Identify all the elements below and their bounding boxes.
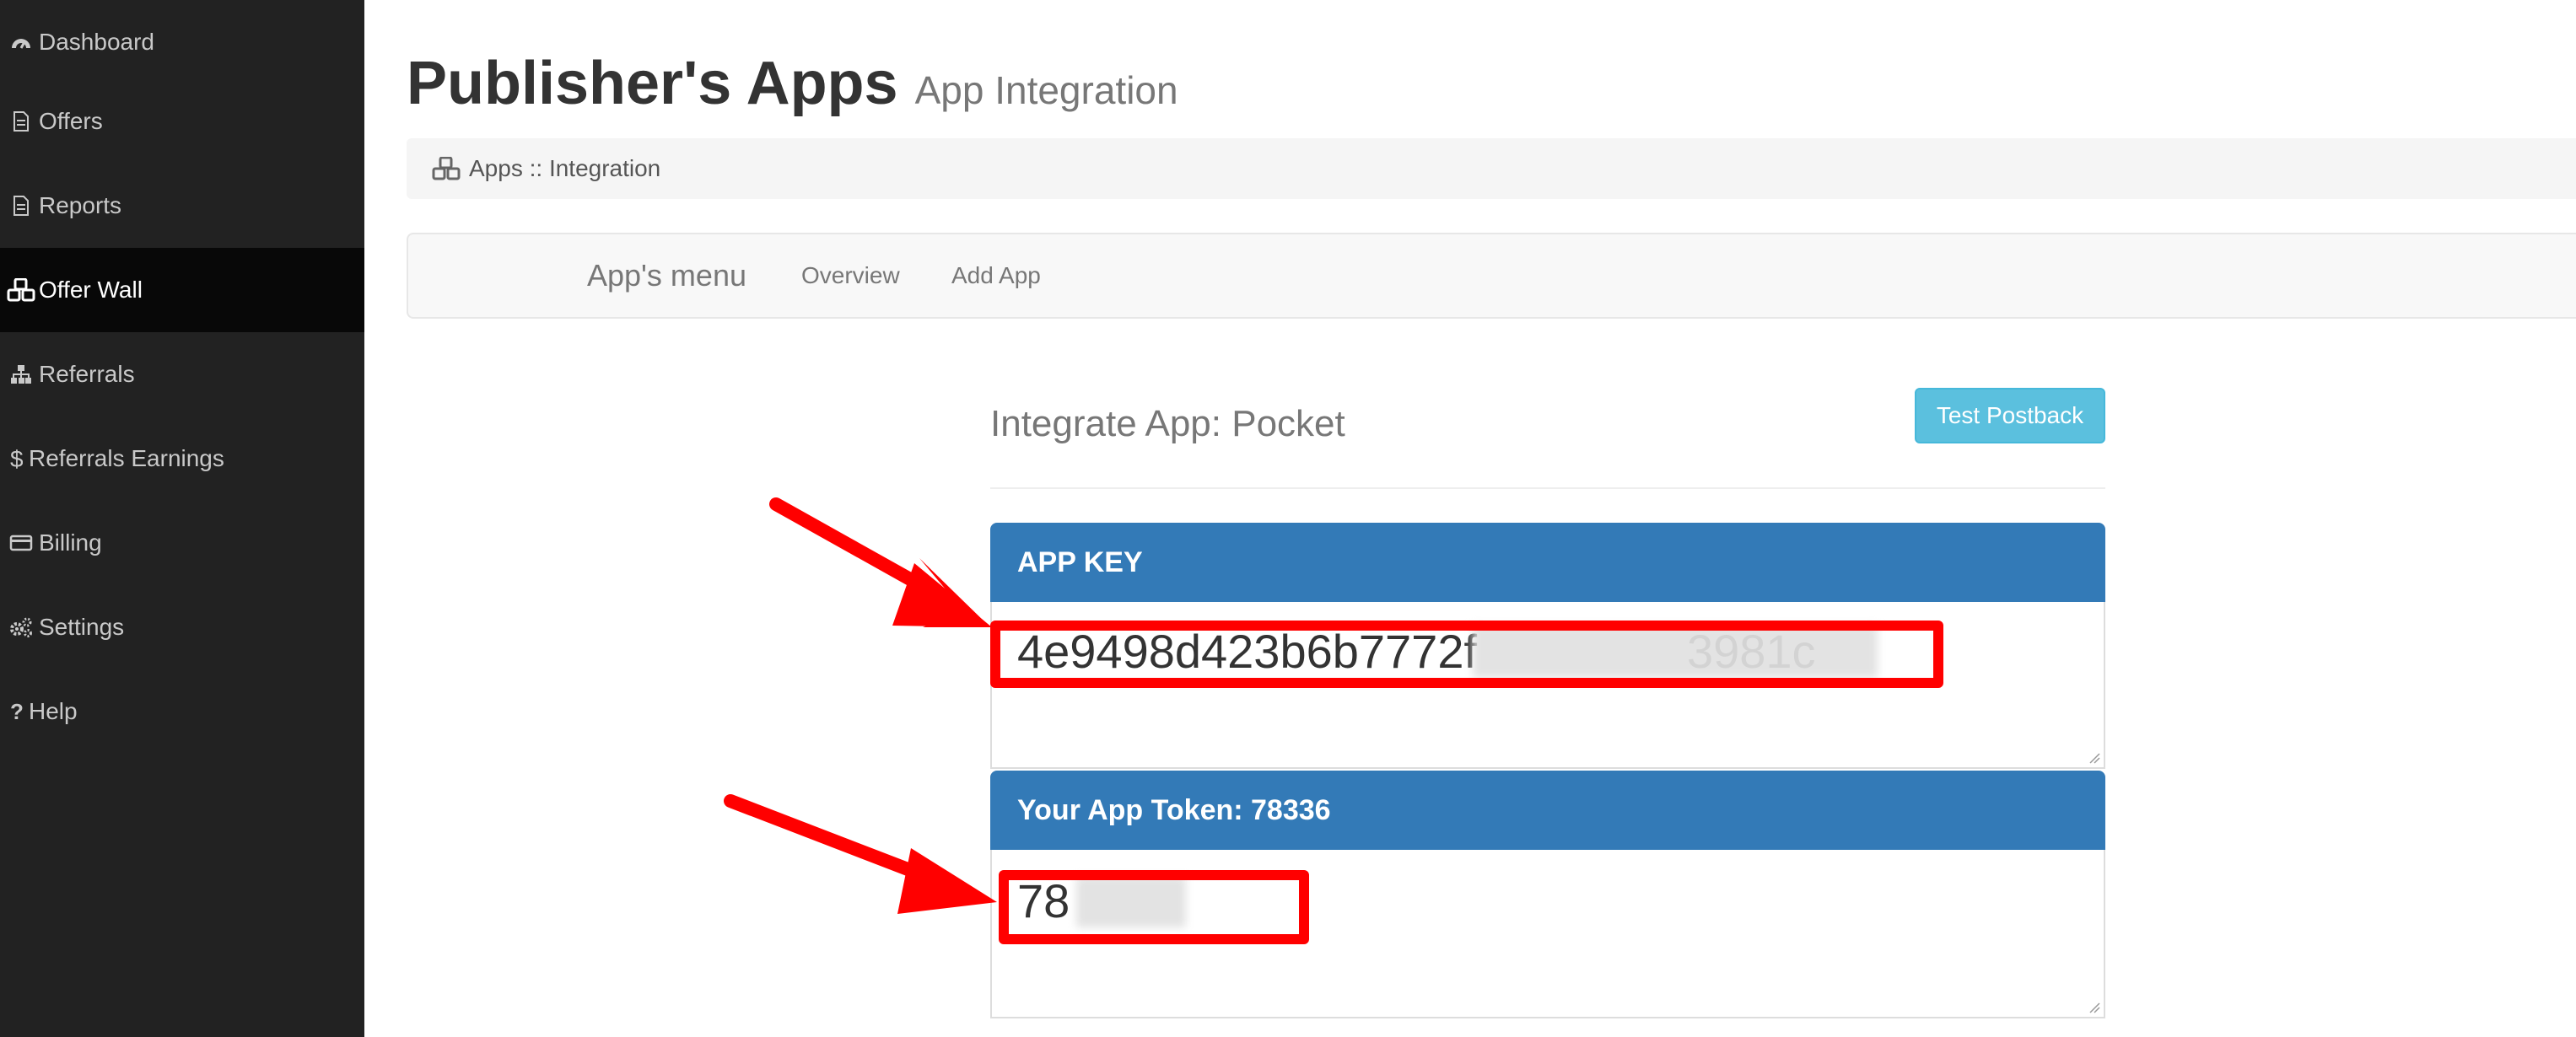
app-token-heading: Your App Token: 78336 (990, 771, 2105, 850)
breadcrumb-text[interactable]: Apps :: Integration (469, 155, 660, 182)
sidebar-item-reports[interactable]: Reports (0, 164, 364, 248)
cubes-icon (432, 157, 461, 180)
sidebar-item-billing[interactable]: Billing (0, 501, 364, 585)
nav-link-add-app[interactable]: Add App (951, 234, 1041, 317)
sidebar-item-label: Billing (39, 529, 102, 556)
resize-grip-icon[interactable] (2087, 750, 2100, 764)
sidebar-item-label: Referrals Earnings (29, 445, 224, 471)
sidebar-item-label: Settings (39, 614, 125, 640)
dollar-icon: $ (7, 446, 25, 471)
cubes-icon (7, 278, 35, 302)
file-icon (7, 195, 35, 217)
question-icon: ? (7, 699, 25, 724)
sidebar-item-label: Referrals (39, 361, 135, 387)
sitemap-icon (7, 364, 35, 384)
sidebar-item-offer-wall[interactable]: Offer Wall (0, 248, 364, 332)
sidebar-item-label: Offer Wall (39, 277, 143, 303)
sidebar-item-settings[interactable]: Settings (0, 585, 364, 669)
sidebar-item-dashboard[interactable]: Dashboard (0, 0, 364, 84)
app-menu-brand[interactable]: App's menu (587, 234, 746, 317)
breadcrumb: Apps :: Integration (407, 138, 2576, 199)
file-icon (7, 110, 35, 132)
dashboard-icon (7, 33, 35, 51)
app-token-highlight-box (999, 870, 1309, 944)
app-menu-navbar: App's menu Overview Add App (407, 233, 2576, 319)
section-divider (990, 487, 2105, 489)
sidebar-item-label: Help (29, 698, 78, 724)
integrate-app-title: Integrate App: Pocket (990, 403, 1345, 444)
svg-text:?: ? (10, 699, 23, 724)
page-title-main: Publisher's Apps (407, 50, 898, 117)
sidebar-item-help[interactable]: ? Help (0, 669, 364, 754)
nav-link-overview[interactable]: Overview (801, 234, 900, 317)
gears-icon (7, 616, 35, 638)
page-title: Publisher's Apps App Integration (407, 49, 1178, 125)
sidebar-item-offers[interactable]: Offers (0, 79, 364, 164)
sidebar: Dashboard Offers Reports Offer Wall Refe… (0, 0, 364, 1037)
sidebar-item-label: Reports (39, 192, 122, 218)
app-key-heading: APP KEY (990, 523, 2105, 602)
app-key-highlight-box (990, 621, 1943, 688)
sidebar-item-label: Dashboard (39, 29, 154, 55)
resize-grip-icon[interactable] (2087, 1000, 2100, 1013)
test-postback-button[interactable]: Test Postback (1915, 388, 2105, 443)
arrow-icon (724, 794, 997, 914)
arrow-icon (769, 497, 992, 627)
credit-card-icon (7, 534, 35, 552)
sidebar-item-referrals-earnings[interactable]: $ Referrals Earnings (0, 416, 364, 501)
sidebar-item-referrals[interactable]: Referrals (0, 332, 364, 416)
svg-text:$: $ (10, 446, 23, 471)
page-subtitle: App Integration (914, 68, 1178, 112)
sidebar-item-label: Offers (39, 108, 103, 134)
